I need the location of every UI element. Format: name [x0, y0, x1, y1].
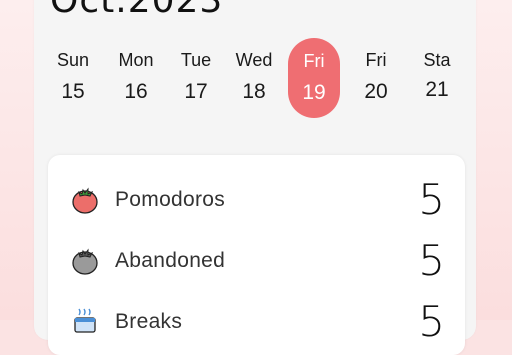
day-number: 16	[124, 80, 148, 103]
day-name: Tue	[180, 50, 212, 70]
stat-label: Abandoned	[115, 249, 226, 272]
day-number: 20	[364, 80, 388, 103]
day-number: 15	[61, 80, 85, 103]
day-tue-17[interactable]: Tue 17	[170, 38, 222, 118]
month-title: Oct.2023	[50, 0, 224, 21]
stat-row-breaks[interactable]: Breaks 5	[48, 293, 465, 353]
stat-label: Breaks	[115, 310, 183, 333]
day-name: Sta	[423, 50, 451, 70]
day-wed-18[interactable]: Wed 18	[228, 38, 280, 118]
day-number: 17	[184, 80, 208, 103]
coffee-cup-icon	[74, 308, 96, 333]
day-name: Wed	[235, 50, 273, 70]
week-strip: Sun 15 Mon 16 Tue 17 Wed 18 Fri 19 Fri 2…	[34, 38, 476, 118]
day-mon-16[interactable]: Mon 16	[110, 38, 162, 118]
stat-label: Pomodoros	[115, 188, 226, 211]
stat-value: 5	[418, 236, 445, 285]
right-background	[476, 0, 512, 320]
tomato-icon	[72, 187, 98, 214]
left-background	[0, 0, 34, 320]
day-number: 18	[242, 80, 266, 103]
day-name: Sun	[56, 50, 90, 70]
day-sun-15[interactable]: Sun 15	[47, 38, 99, 118]
stat-value: 5	[418, 297, 445, 346]
day-number: 19	[302, 81, 326, 104]
stat-row-pomodoros[interactable]: Pomodoros 5	[48, 171, 465, 231]
day-name: Mon	[118, 50, 154, 70]
stat-row-abandoned[interactable]: Abandoned 5	[48, 232, 465, 292]
day-fri-20[interactable]: Fri 20	[350, 38, 402, 118]
stat-value: 5	[418, 175, 445, 224]
day-name: Fri	[303, 51, 325, 71]
gray-tomato-icon	[72, 248, 98, 275]
day-number: 21	[425, 78, 449, 101]
day-fri-19-selected[interactable]: Fri 19	[288, 38, 340, 118]
day-name: Fri	[365, 50, 387, 70]
stats-card: Pomodoros 5 Abandoned 5 Breaks 5	[48, 155, 465, 355]
day-sta-21[interactable]: Sta 21	[411, 38, 463, 118]
